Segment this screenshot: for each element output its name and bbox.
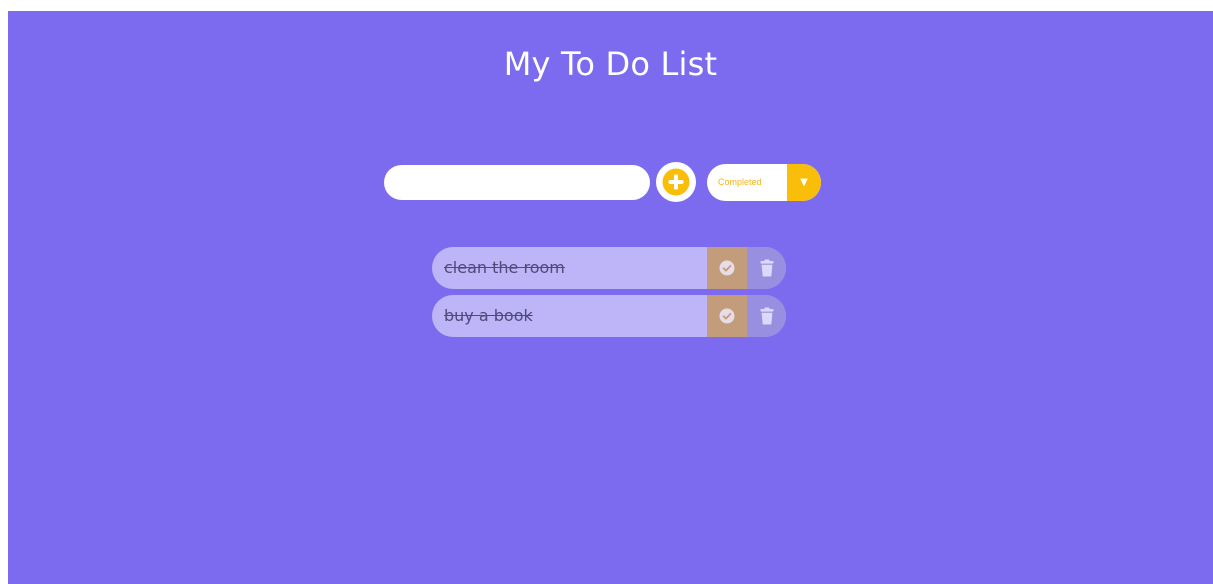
todo-item-text: clean the room [444, 258, 565, 277]
todo-item-text: buy a book [444, 306, 533, 325]
app-container: My To Do List Completed ▼ clean the room [8, 11, 1213, 584]
filter-select[interactable]: Completed ▼ [707, 164, 821, 201]
todo-item: clean the room [432, 247, 786, 289]
complete-button[interactable] [707, 247, 747, 289]
todo-input[interactable] [384, 165, 650, 200]
check-circle-icon [719, 260, 735, 276]
delete-button[interactable] [747, 295, 786, 337]
todo-item: buy a book [432, 295, 786, 337]
delete-button[interactable] [747, 247, 786, 289]
todo-list: clean the room buy a book [432, 247, 786, 343]
add-todo-button[interactable] [656, 162, 696, 202]
filter-selected-value: Completed [718, 177, 762, 187]
trash-icon [760, 259, 773, 277]
complete-button[interactable] [707, 295, 747, 337]
trash-icon [760, 307, 773, 325]
chevron-down-icon[interactable]: ▼ [787, 164, 821, 201]
plus-circle-icon [662, 168, 690, 196]
check-circle-icon [719, 308, 735, 324]
page-title: My To Do List [503, 45, 718, 83]
